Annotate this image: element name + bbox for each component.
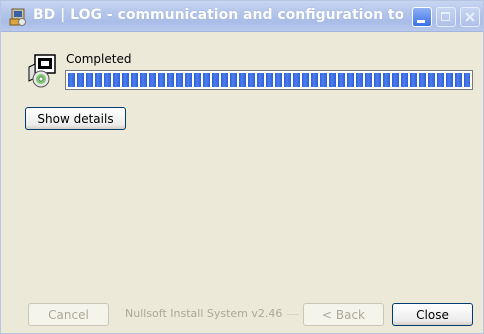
installer-window: BD | LOG - communication and configurati…: [0, 0, 484, 334]
installer-branding: Nullsoft Install System v2.46: [125, 307, 283, 320]
close-button[interactable]: Close: [392, 303, 473, 326]
branding-divider: [287, 314, 299, 315]
close-icon: [465, 12, 475, 22]
maximize-icon: [441, 12, 450, 21]
progress-bar: [65, 70, 473, 90]
title-bar[interactable]: BD | LOG - communication and configurati…: [1, 1, 483, 32]
status-label: Completed: [66, 52, 132, 66]
window-title: BD | LOG - communication and configurati…: [33, 7, 403, 23]
installer-app-icon: [9, 8, 26, 26]
show-details-button[interactable]: Show details: [25, 107, 126, 130]
minimize-button[interactable]: [412, 7, 432, 27]
maximize-button[interactable]: [436, 7, 456, 27]
back-button[interactable]: < Back: [303, 303, 384, 326]
minimize-icon: [417, 20, 425, 23]
software-install-disk-icon: [28, 54, 56, 88]
cancel-button[interactable]: Cancel: [28, 303, 109, 326]
close-window-button[interactable]: [460, 7, 480, 27]
progress-bar-fill: [68, 73, 470, 87]
